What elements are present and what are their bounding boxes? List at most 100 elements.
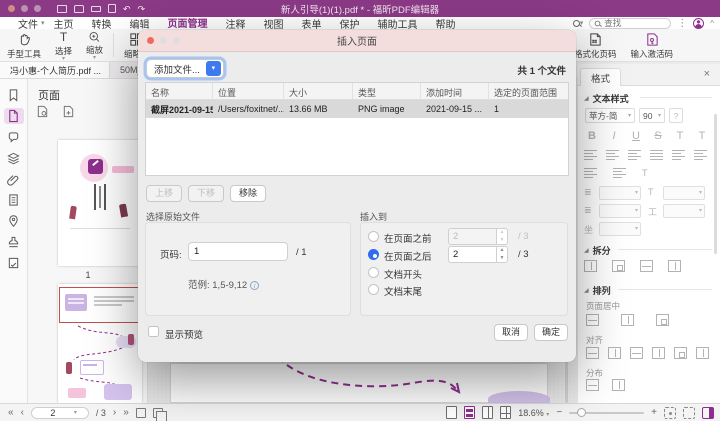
last-page-icon[interactable]: » (123, 407, 129, 418)
zoom-slider[interactable] (569, 412, 644, 414)
document-icon[interactable] (4, 192, 24, 208)
move-down-button[interactable]: 下移 (188, 185, 224, 202)
align-center-icon[interactable] (606, 150, 619, 160)
indent-increase-icon[interactable] (694, 150, 707, 160)
account-avatar[interactable] (693, 18, 704, 29)
redo-icon[interactable]: ↷ (138, 5, 146, 13)
after-page-spinner[interactable]: ▲▼ (448, 246, 508, 263)
col-name[interactable]: 名称 (146, 83, 213, 99)
radio-before-page-label[interactable]: 在页面之前 (384, 231, 432, 245)
next-page-icon[interactable]: › (113, 407, 116, 418)
superscript-button[interactable]: T (671, 130, 689, 142)
split-pages-icon[interactable] (640, 260, 653, 272)
format-tab[interactable]: 格式 (580, 68, 621, 87)
text-style-section-header[interactable]: ◢ 文本样式 (584, 92, 629, 105)
search-input[interactable] (604, 18, 659, 28)
zoom-slider-knob[interactable] (577, 408, 586, 417)
next-view-icon[interactable] (153, 408, 163, 418)
align-right-icon[interactable] (628, 150, 641, 160)
char-spacing-input[interactable]: ▾ (663, 186, 705, 200)
page-thumbnail-2[interactable] (58, 284, 142, 403)
subscript-button[interactable]: T (693, 130, 711, 142)
previous-page-icon[interactable]: ‹ (21, 407, 24, 418)
add-files-dropdown[interactable]: ▾ (206, 61, 221, 76)
facing-view-icon[interactable] (482, 406, 493, 419)
align-top-icon[interactable] (586, 347, 599, 359)
toggle-right-panel-icon[interactable] (702, 407, 714, 419)
col-added-time[interactable]: 添加时间 (421, 83, 489, 99)
activation-code-button[interactable]: 输入激活码 (623, 29, 680, 62)
page-range-input[interactable] (188, 242, 288, 261)
align-middle-icon[interactable] (608, 347, 621, 359)
distribute-vertical-icon[interactable] (586, 379, 599, 391)
doc-tab-active[interactable]: 冯小惠-个人简历.pdf ... (0, 62, 110, 78)
split-columns-icon[interactable] (668, 260, 681, 272)
font-size-select[interactable]: 90 ▾ (639, 108, 665, 123)
underline-button[interactable]: U (627, 130, 645, 142)
radio-after-page[interactable] (368, 249, 379, 260)
file-row-selected[interactable]: 截屏2021-09-15 ... /Users/foxitnet/... 13.… (146, 100, 568, 118)
page-action-icon[interactable] (36, 105, 49, 118)
open-file-icon[interactable] (57, 5, 67, 13)
save-icon[interactable] (74, 5, 84, 13)
align-bottom-icon[interactable] (630, 347, 643, 359)
fullscreen-icon[interactable] (683, 407, 695, 419)
stepper-icon[interactable]: ▲▼ (496, 246, 508, 263)
page-action-icon[interactable] (62, 105, 75, 118)
search-options-icon[interactable] (573, 20, 580, 27)
page-thumbnails-icon[interactable] (4, 108, 24, 124)
line-spacing-input[interactable]: ▾ (599, 186, 641, 200)
col-type[interactable]: 类型 (353, 83, 421, 99)
col-page-range[interactable]: 选定的页面范围 (489, 83, 568, 99)
single-page-view-icon[interactable] (446, 406, 457, 419)
new-document-icon[interactable] (108, 4, 116, 13)
strikethrough-button[interactable]: S (649, 130, 667, 142)
comments-icon[interactable] (4, 129, 24, 145)
radio-document-start-label[interactable]: 文档开头 (384, 267, 422, 281)
split-vertical-icon[interactable] (584, 260, 597, 272)
after-page-input[interactable] (448, 246, 496, 263)
close-icon[interactable]: × (704, 68, 710, 80)
show-preview-label[interactable]: 显示预览 (165, 327, 203, 341)
close-window-button[interactable] (8, 5, 15, 12)
zoom-tool-button[interactable]: 缩放 ▾ (79, 29, 110, 61)
horizontal-scale-input[interactable]: ▾ (663, 204, 705, 218)
numbered-list-icon[interactable] (613, 168, 626, 178)
bold-button[interactable]: B (583, 130, 601, 142)
text-indent-icon[interactable]: T (642, 168, 655, 178)
zoom-in-icon[interactable]: + (651, 407, 657, 418)
paragraph-spacing-input[interactable]: ▾ (599, 204, 641, 218)
ok-button[interactable]: 确定 (534, 324, 568, 341)
undo-icon[interactable]: ↶ (123, 5, 131, 13)
destinations-icon[interactable] (4, 213, 24, 229)
continuous-view-icon[interactable] (464, 406, 475, 419)
col-location[interactable]: 位置 (213, 83, 284, 99)
previous-view-icon[interactable] (136, 408, 146, 418)
first-page-icon[interactable]: « (8, 407, 14, 418)
panel-scrollbar[interactable] (714, 114, 717, 254)
hand-tool-button[interactable]: 手型工具 (0, 29, 48, 61)
show-preview-checkbox[interactable] (148, 326, 159, 337)
col-size[interactable]: 大小 (284, 83, 353, 99)
minimize-window-button[interactable] (21, 5, 28, 12)
dialog-titlebar[interactable]: 插入页面 (138, 30, 576, 52)
zoom-out-icon[interactable]: − (556, 407, 562, 418)
align-center-objects-icon[interactable] (674, 347, 687, 359)
font-family-select[interactable]: 苹方-简 ▾ (585, 108, 635, 123)
radio-document-end[interactable] (368, 284, 379, 295)
radio-before-page[interactable] (368, 231, 379, 242)
split-section-header[interactable]: ◢ 拆分 (584, 244, 611, 257)
collapse-ribbon-icon[interactable]: ^ (710, 19, 714, 28)
chevron-down-icon[interactable]: ▾ (74, 409, 77, 416)
align-left-icon[interactable] (584, 150, 597, 160)
radio-document-start[interactable] (368, 267, 379, 278)
canvas-scrollbar[interactable] (565, 359, 568, 403)
indent-decrease-icon[interactable] (672, 150, 685, 160)
center-horizontal-icon[interactable] (621, 314, 634, 326)
fit-page-icon[interactable] (664, 407, 676, 419)
more-options-icon[interactable]: ⋮ (677, 18, 687, 29)
radio-document-end-label[interactable]: 文档末尾 (384, 284, 422, 298)
attachments-icon[interactable] (4, 171, 24, 187)
italic-button[interactable]: I (605, 130, 623, 142)
remove-button[interactable]: 移除 (230, 185, 266, 202)
